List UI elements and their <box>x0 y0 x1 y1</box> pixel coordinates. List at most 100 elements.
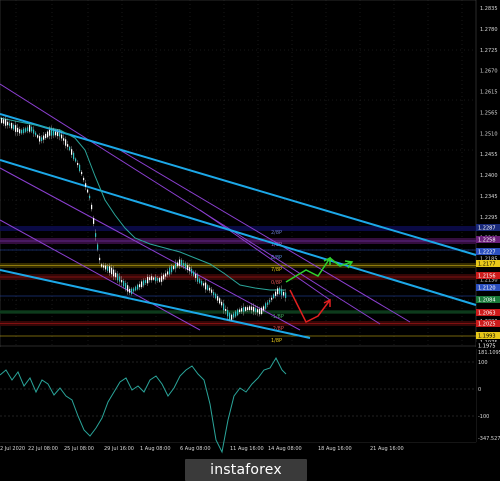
candle-body <box>129 288 131 293</box>
candle-body <box>1 118 3 123</box>
candle-body <box>7 121 9 126</box>
candle-body <box>71 149 73 155</box>
candle-body <box>167 271 169 275</box>
candle-body <box>85 183 87 187</box>
candle-body <box>215 293 217 299</box>
candle-body <box>171 266 173 273</box>
candle-body <box>183 263 185 266</box>
price-tag-label: 1.2025 <box>478 322 496 328</box>
candle-body <box>37 135 39 138</box>
candle-body <box>119 276 121 282</box>
candle-body <box>281 289 283 296</box>
candle-body <box>161 276 163 282</box>
price-tick-label: 1.2725 <box>480 48 498 54</box>
candle-body <box>223 303 225 311</box>
price-tag-label: 1.2227 <box>478 250 496 256</box>
candle-body <box>131 288 133 294</box>
cci-axis: 181.1095 100 0 -100 -347.527 <box>478 350 500 442</box>
candle-body <box>249 306 251 311</box>
candle-body <box>15 125 17 132</box>
candle-body <box>175 263 177 269</box>
candle-body <box>49 129 51 136</box>
candle-body <box>203 283 205 286</box>
candle-body <box>65 139 67 146</box>
candle-body <box>149 277 151 281</box>
time-tick-label: 1 Aug 08:00 <box>140 446 171 452</box>
candle-body <box>143 280 145 286</box>
candle-body <box>173 266 175 270</box>
time-tick-label: 21 Aug 16:00 <box>370 446 404 452</box>
candle-body <box>235 311 237 317</box>
time-tick-label: 18 Aug 16:00 <box>318 446 352 452</box>
cci-tick-label: 181.1095 <box>478 350 500 356</box>
level-label-7-8p: 7/8P <box>271 267 282 273</box>
cci-tick-label: -100 <box>478 414 489 420</box>
candle-body <box>229 313 231 320</box>
candle-body <box>205 282 207 290</box>
candle-body <box>187 265 189 270</box>
level-label-2-8p: 2/8P <box>271 230 282 236</box>
price-tag-label: 1.2063 <box>478 311 496 317</box>
candle-body <box>107 266 109 271</box>
candle-body <box>189 267 191 272</box>
price-chart: 2/8P 1/8P 8/8P 7/8P 0/8P -1/8P -2/8P 1/8… <box>0 0 500 454</box>
candle-body <box>75 158 77 162</box>
candle-body <box>121 280 123 283</box>
candle-body <box>241 308 243 312</box>
candle-body <box>247 307 249 310</box>
candle-body <box>283 291 285 296</box>
candle-body <box>13 124 15 130</box>
candle-body <box>133 288 135 292</box>
price-tag-label: 1.2084 <box>478 298 496 304</box>
candle-body <box>257 309 259 313</box>
candle-body <box>147 276 149 284</box>
candle-body <box>267 302 269 305</box>
time-tick-label: 14 Aug 08:00 <box>268 446 302 452</box>
price-axis: 1.2835 1.2780 1.2725 1.2670 1.2615 1.2565 1.25… <box>480 6 498 346</box>
candle-body <box>153 277 155 280</box>
cci-tick-label: 100 <box>478 360 488 366</box>
candle-body <box>207 285 209 290</box>
candle-body <box>21 129 23 134</box>
candle-body <box>111 267 113 275</box>
candle-body <box>255 308 257 312</box>
candle-body <box>185 263 187 269</box>
candle-body <box>151 276 153 281</box>
price-tag-label: 1.1975 <box>478 344 496 350</box>
candle-body <box>191 268 193 274</box>
price-tag-label: 1.2156 <box>478 274 496 280</box>
price-tick-label: 1.2670 <box>480 69 498 75</box>
candle-body <box>275 291 277 296</box>
price-tick-label: 1.2780 <box>480 27 498 33</box>
candle-body <box>125 283 127 289</box>
candle-body <box>123 280 125 287</box>
candle-body <box>227 310 229 317</box>
candle-body <box>273 294 275 299</box>
candle-body <box>155 276 157 282</box>
price-tag-label: 1.2287 <box>478 226 496 232</box>
candle-body <box>233 313 235 318</box>
candle-body <box>217 296 219 301</box>
candle-body <box>83 177 85 181</box>
candle-body <box>263 306 265 311</box>
cci-pane <box>0 347 476 442</box>
candle-body <box>139 284 141 288</box>
price-tick-label: 1.2510 <box>480 131 498 137</box>
candle-body <box>169 267 171 275</box>
candle-body <box>17 127 19 133</box>
brand-text: instaforex <box>210 462 282 478</box>
candle-body <box>43 135 45 140</box>
time-axis: 2 Jul 2020 22 Jul 08:00 25 Jul 08:00 29 Jul… <box>0 446 404 452</box>
candle-body <box>259 309 261 315</box>
candle-body <box>159 277 161 282</box>
candle-body <box>77 162 79 166</box>
candle-body <box>29 125 31 132</box>
candle-body <box>33 129 35 134</box>
candle-body <box>269 300 271 303</box>
candle-body <box>63 138 65 141</box>
candle-body <box>135 286 137 291</box>
candle-body <box>197 275 199 282</box>
time-tick-label: 6 Aug 08:00 <box>180 446 211 452</box>
candle-body <box>127 285 129 292</box>
candle-body <box>221 301 223 306</box>
